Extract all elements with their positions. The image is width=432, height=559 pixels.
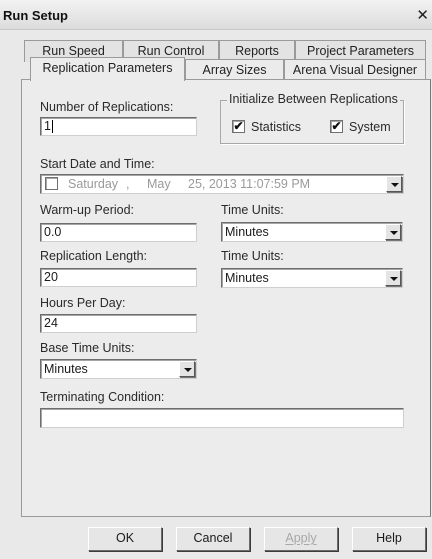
statistics-checkbox[interactable]: ✔	[232, 120, 245, 133]
system-label: System	[349, 120, 391, 134]
base-time-units-select[interactable]: Minutes	[40, 359, 197, 379]
start-datetime-picker[interactable]: Saturday , May 25, 2013 11:07:59 PM	[40, 174, 404, 194]
warmup-units-label: Time Units:	[221, 203, 284, 217]
tab-array-sizes[interactable]: Array Sizes	[185, 59, 284, 81]
num-replications-label: Number of Replications:	[40, 100, 174, 114]
close-icon[interactable]: ✕	[416, 6, 429, 24]
system-checkbox[interactable]: ✔	[330, 120, 343, 133]
rep-length-input[interactable]: 20	[40, 268, 197, 287]
start-day: Saturday	[68, 177, 119, 191]
window-title: Run Setup	[3, 8, 68, 23]
chevron-down-icon[interactable]	[386, 176, 402, 192]
rep-length-units-select[interactable]: Minutes	[221, 268, 403, 288]
warmup-input[interactable]: 0.0	[40, 223, 197, 242]
start-month: May	[147, 177, 171, 191]
terminating-condition-input[interactable]	[40, 408, 404, 428]
warmup-label: Warm-up Period:	[40, 203, 135, 217]
start-datetime-label: Start Date and Time:	[40, 157, 155, 171]
start-day-separator: ,	[126, 177, 130, 191]
run-setup-dialog: Run Setup ✕ Run Speed Run Control Report…	[0, 0, 432, 559]
num-replications-value: 1	[44, 119, 51, 133]
hours-per-day-label: Hours Per Day:	[40, 296, 126, 310]
terminating-condition-label: Terminating Condition:	[40, 390, 165, 404]
start-datetime-checkbox[interactable]	[45, 177, 58, 190]
chevron-down-icon[interactable]	[179, 361, 195, 377]
base-time-units-value: Minutes	[44, 362, 88, 376]
rep-length-label: Replication Length:	[40, 249, 148, 263]
warmup-units-select[interactable]: Minutes	[221, 222, 403, 242]
text-caret	[52, 120, 53, 133]
help-button[interactable]: Help	[352, 527, 426, 551]
tab-replication-parameters[interactable]: Replication Parameters	[30, 57, 185, 81]
hours-per-day-input[interactable]: 24	[40, 314, 197, 333]
chevron-down-icon[interactable]	[385, 224, 401, 240]
base-time-units-label: Base Time Units:	[40, 341, 135, 355]
ok-button[interactable]: OK	[88, 527, 162, 551]
rep-length-units-label: Time Units:	[221, 249, 284, 263]
title-bar[interactable]: Run Setup ✕	[0, 0, 432, 30]
apply-button[interactable]: Apply	[264, 527, 338, 551]
warmup-units-value: Minutes	[225, 225, 269, 239]
start-date-rest: 25, 2013 11:07:59 PM	[188, 177, 311, 191]
rep-length-units-value: Minutes	[225, 271, 269, 285]
cancel-button[interactable]: Cancel	[176, 527, 250, 551]
statistics-label: Statistics	[251, 120, 302, 134]
num-replications-input[interactable]: 1	[40, 117, 197, 136]
tab-arena-visual-designer[interactable]: Arena Visual Designer	[284, 59, 426, 81]
initialize-group-title: Initialize Between Replications	[227, 92, 400, 106]
chevron-down-icon[interactable]	[385, 270, 401, 286]
